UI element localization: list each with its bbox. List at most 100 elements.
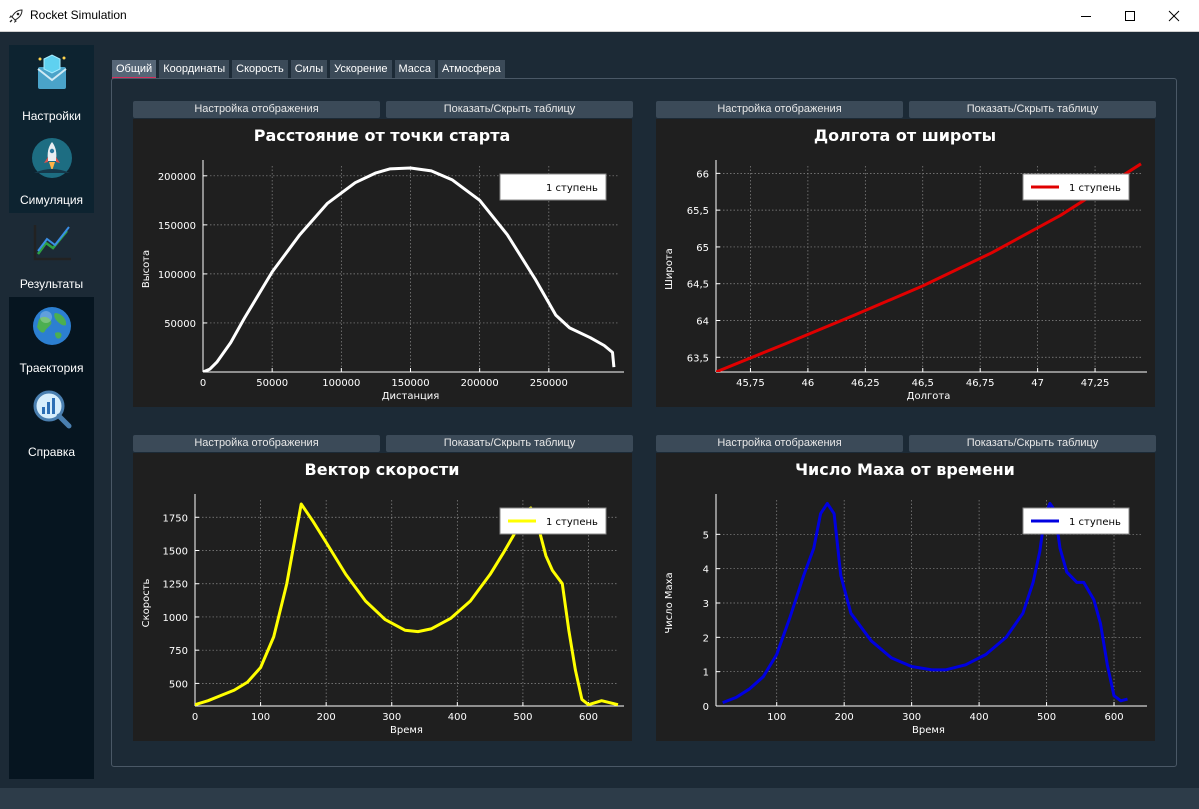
x-tick-label: 150000 [391,378,429,389]
legend-label: 1 ступень [546,183,598,194]
tab-atmosphere[interactable]: Атмосфера [438,60,505,79]
minimize-icon [1081,16,1091,17]
window-title: Rocket Simulation [30,8,127,22]
x-tick-label: 600 [579,712,598,723]
tab-coordinates[interactable]: Координаты [159,60,230,79]
sidebar: Настройки Симуляция Результаты Траектори… [9,45,94,779]
chart-svg: Долгота от широты 45,75 46 46,25 46,5 46,75 47… [664,126,1147,402]
y-tick-label: 50000 [164,319,196,330]
y-axis-label: Широта [664,248,675,290]
tab-mass[interactable]: Масса [394,60,436,79]
y-tick-label: 64,5 [687,280,709,291]
y-tick-label: 500 [169,679,188,690]
x-tick-label: 47,25 [1081,378,1110,389]
magnifier-chart-icon [33,390,72,429]
x-tick-label: 200 [835,712,854,723]
chart-svg: Расстояние от точки старта 0 50000 100000 15… [141,126,624,402]
x-tick-label: 300 [382,712,401,723]
chart-svg: Число Маха от времени 100 200 300 400 500 600 0… [664,460,1147,736]
close-button[interactable] [1151,0,1197,32]
rocket-launch-icon [32,138,72,178]
chart-title: Вектор скорости [305,460,460,479]
y-tick-label: 63,5 [687,353,709,364]
y-axis-label: Высота [141,250,152,288]
maximize-icon [1125,11,1135,21]
toggle-table-button[interactable]: Показать/Скрыть таблицу [909,435,1156,452]
chart-title: Расстояние от точки старта [254,126,511,145]
chart-svg: Вектор скорости 0 100 200 300 400 500 600 500 750… [141,460,624,736]
tab-bar: Общий Координаты Скорость Силы Ускорение… [112,60,508,79]
sidebar-item-simulation[interactable]: Симуляция [9,129,94,213]
title-bar: Rocket Simulation [0,0,1199,32]
chart-distance: Расстояние от точки старта 0 50000 100000 15… [133,119,632,407]
chart-title: Число Маха от времени [795,460,1015,479]
x-tick-label: 45,75 [736,378,765,389]
maximize-button[interactable] [1107,0,1153,32]
y-tick-label: 1 [703,668,709,679]
x-tick-label: 47 [1031,378,1044,389]
sidebar-item-help[interactable]: Справка [9,381,94,465]
tab-acceleration[interactable]: Ускорение [330,60,392,79]
chart-title: Долгота от широты [814,126,996,145]
y-axis-label: Скорость [141,578,152,627]
x-tick-label: 46 [802,378,815,389]
x-axis-label: Дистанция [382,391,440,402]
chart-mach: Число Маха от времени 100 200 300 400 500 600 0… [656,453,1155,741]
x-tick-label: 0 [200,378,206,389]
x-tick-label: 100 [767,712,786,723]
toggle-table-button[interactable]: Показать/Скрыть таблицу [386,435,633,452]
y-tick-label: 65,5 [687,206,709,217]
x-tick-label: 300 [902,712,921,723]
sidebar-item-label: Траектория [19,361,84,375]
minimize-button[interactable] [1063,0,1109,32]
sidebar-item-label: Симуляция [19,193,84,207]
x-tick-label: 250000 [530,378,568,389]
line-chart-icon [33,225,71,261]
y-tick-label: 200000 [158,172,196,183]
x-axis-label: Время [390,725,423,736]
y-tick-label: 1500 [163,547,188,558]
display-settings-button[interactable]: Настройка отображения [133,101,380,118]
sidebar-item-results[interactable]: Результаты [9,213,94,297]
toggle-table-button[interactable]: Показать/Скрыть таблицу [386,101,633,118]
y-tick-label: 100000 [158,270,196,281]
x-tick-label: 200000 [461,378,499,389]
display-settings-button[interactable]: Настройка отображения [656,435,903,452]
rocket-icon [9,9,23,23]
y-tick-label: 65 [696,243,709,254]
sidebar-item-label: Результаты [19,277,84,291]
status-bar [0,788,1199,809]
y-tick-label: 1250 [163,580,188,591]
toggle-table-button[interactable]: Показать/Скрыть таблицу [909,101,1156,118]
display-settings-button[interactable]: Настройка отображения [133,435,380,452]
tab-general[interactable]: Общий [112,60,157,79]
chart-longitude: Долгота от широты 45,75 46 46,25 46,5 46,75 47… [656,119,1155,407]
sidebar-item-settings[interactable]: Настройки [9,45,94,129]
legend-label: 1 ступень [1069,183,1121,194]
y-tick-label: 150000 [158,221,196,232]
y-tick-label: 1750 [163,513,188,524]
sidebar-item-trajectory[interactable]: Траектория [9,297,94,381]
settings-envelope-icon [37,54,67,89]
y-tick-label: 1000 [163,613,188,624]
x-axis-label: Время [912,725,945,736]
display-settings-button[interactable]: Настройка отображения [656,101,903,118]
y-tick-label: 0 [703,702,709,713]
x-tick-label: 400 [448,712,467,723]
x-tick-label: 200 [317,712,336,723]
y-tick-label: 66 [696,169,709,180]
y-tick-label: 2 [703,633,709,644]
x-tick-label: 0 [192,712,198,723]
tab-forces[interactable]: Силы [290,60,328,79]
x-tick-label: 400 [970,712,989,723]
globe-icon [33,307,71,345]
legend-label: 1 ступень [546,517,598,528]
y-tick-label: 3 [703,599,709,610]
tab-velocity[interactable]: Скорость [232,60,288,79]
x-tick-label: 100000 [322,378,360,389]
x-tick-label: 500 [513,712,532,723]
x-tick-label: 46,75 [966,378,995,389]
sidebar-item-label: Справка [27,445,76,459]
x-tick-label: 600 [1104,712,1123,723]
x-axis-label: Долгота [907,391,951,402]
